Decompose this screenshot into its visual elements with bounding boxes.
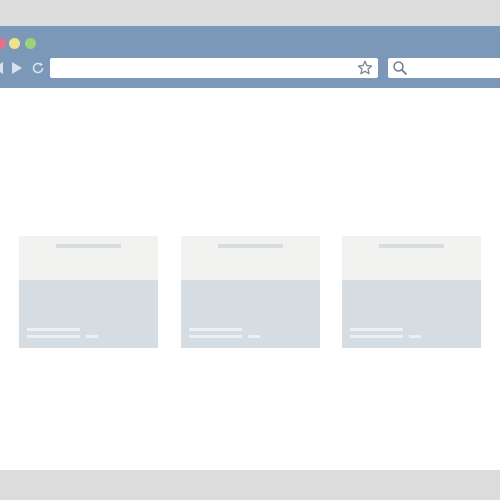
card-text-line-placeholder — [189, 328, 242, 331]
card-text-line-placeholder — [27, 335, 80, 338]
card-meta-placeholder — [248, 335, 260, 338]
card-text-line-placeholder — [189, 335, 242, 338]
card-header — [19, 236, 158, 280]
card-title-placeholder — [218, 244, 283, 248]
card-header — [342, 236, 481, 280]
content-card[interactable] — [342, 236, 481, 348]
browser-window — [0, 26, 500, 470]
card-meta-placeholder — [409, 335, 421, 338]
card-text-line-placeholder — [27, 328, 80, 331]
star-icon[interactable] — [356, 59, 374, 77]
card-title-placeholder — [56, 244, 121, 248]
content-card[interactable] — [19, 236, 158, 348]
card-text-line-placeholder — [350, 328, 403, 331]
address-bar[interactable] — [50, 58, 378, 78]
close-window-button[interactable] — [0, 38, 6, 49]
card-text-line-placeholder — [350, 335, 403, 338]
search-icon — [393, 61, 407, 75]
forward-icon[interactable] — [12, 62, 22, 74]
card-header — [181, 236, 320, 280]
back-icon[interactable] — [0, 62, 3, 74]
content-card[interactable] — [181, 236, 320, 348]
card-meta-placeholder — [86, 335, 98, 338]
browser-toolbar — [0, 26, 500, 88]
minimize-window-button[interactable] — [9, 38, 20, 49]
maximize-window-button[interactable] — [25, 38, 36, 49]
card-title-placeholder — [379, 244, 444, 248]
reload-icon[interactable] — [31, 61, 45, 75]
search-input[interactable] — [388, 58, 500, 78]
